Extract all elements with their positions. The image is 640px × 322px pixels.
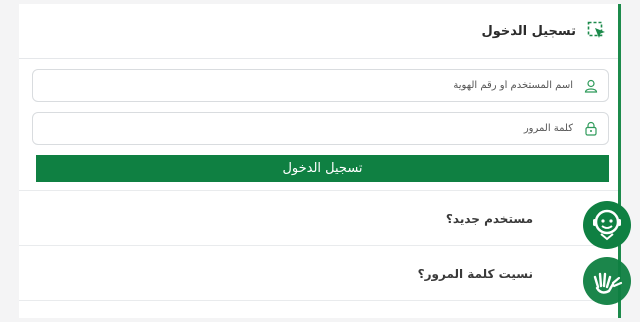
password-input[interactable] [33, 113, 577, 144]
login-cursor-icon [586, 20, 608, 42]
chatbot-icon [585, 203, 629, 247]
login-button[interactable]: تسجيل الدخول [36, 155, 609, 182]
chatbot-button[interactable] [583, 201, 631, 249]
login-card: تسجيل الدخول تسجيل الدخول مستخدم جديد؟ ن… [19, 4, 621, 318]
password-field[interactable] [32, 112, 609, 145]
lock-icon [577, 113, 605, 144]
new-user-row: مستخدم جديد؟ [19, 192, 618, 246]
new-user-link[interactable]: مستخدم جديد؟ [446, 212, 533, 226]
login-title: تسجيل الدخول [481, 23, 576, 39]
divider [19, 245, 618, 246]
accessibility-button[interactable] [583, 257, 631, 305]
user-icon [577, 70, 605, 101]
username-field[interactable] [32, 69, 609, 102]
divider [19, 300, 618, 301]
forgot-password-row: نسيت كلمة المرور؟ [19, 247, 618, 301]
login-header: تسجيل الدخول [19, 4, 618, 59]
forgot-password-link[interactable]: نسيت كلمة المرور؟ [418, 267, 533, 281]
username-input[interactable] [33, 70, 577, 101]
sign-language-icon [585, 259, 629, 303]
divider [19, 190, 618, 191]
